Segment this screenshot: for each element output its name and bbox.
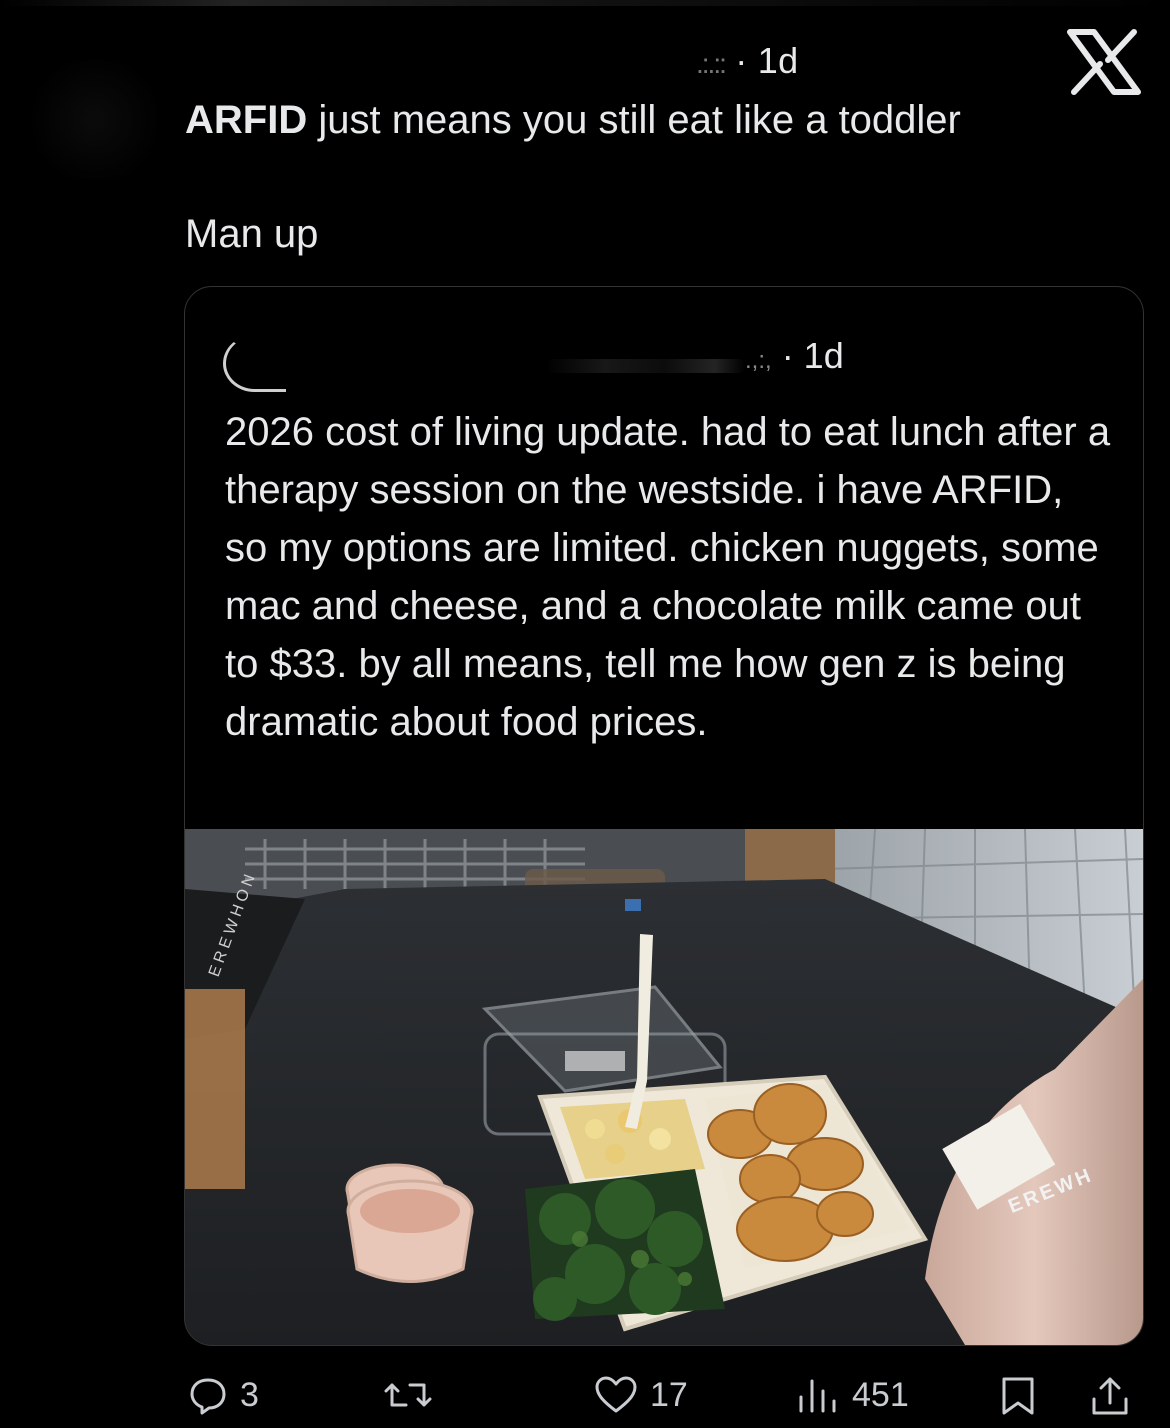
- views-count: 451: [852, 1375, 909, 1414]
- quoted-post-meta: .,:, · 1d: [745, 335, 844, 377]
- bookmark-icon: [1002, 1377, 1034, 1415]
- avatar[interactable]: [20, 60, 170, 180]
- redacted-handle-fragment: .:.::: [696, 48, 727, 79]
- redacted-handle-fragment: .,:,: [745, 347, 772, 374]
- quoted-post-time: · 1d: [781, 335, 844, 376]
- views-button[interactable]: 451: [796, 1375, 909, 1415]
- share-icon: [1092, 1377, 1128, 1415]
- x-logo-icon[interactable]: [1062, 28, 1142, 96]
- top-edge: [0, 0, 1170, 6]
- action-bar: 3 17 451: [0, 1360, 1170, 1428]
- post-text: ARFID just means you still eat like a to…: [185, 96, 961, 144]
- views-icon: [799, 1379, 836, 1413]
- quoted-post-text: 2026 cost of living update. had to eat l…: [225, 410, 1111, 744]
- post-text-rest: just means you still eat like a toddler: [307, 98, 961, 142]
- bookmark-button[interactable]: [1000, 1375, 1036, 1417]
- reply-count: 3: [240, 1375, 259, 1414]
- like-icon: [595, 1376, 637, 1413]
- quoted-post[interactable]: .,:, · 1d 2026 cost of living update. ha…: [184, 286, 1144, 1346]
- post-meta: .:.:: · 1d: [696, 40, 798, 82]
- redacted-name: [545, 359, 745, 373]
- like-button[interactable]: 17: [594, 1375, 688, 1415]
- post-text-bold: ARFID: [185, 98, 308, 142]
- post-time: · 1d: [735, 40, 799, 81]
- quoted-avatar[interactable]: [223, 335, 286, 392]
- food-photo[interactable]: EREWH EREWHON: [185, 829, 1143, 1345]
- repost-button[interactable]: [384, 1375, 444, 1415]
- reply-icon: [190, 1378, 226, 1415]
- reply-button[interactable]: 3: [188, 1375, 259, 1415]
- like-count: 17: [650, 1375, 688, 1414]
- share-button[interactable]: [1090, 1375, 1130, 1417]
- repost-icon: [384, 1383, 432, 1407]
- post-text-line2: Man up: [185, 212, 319, 256]
